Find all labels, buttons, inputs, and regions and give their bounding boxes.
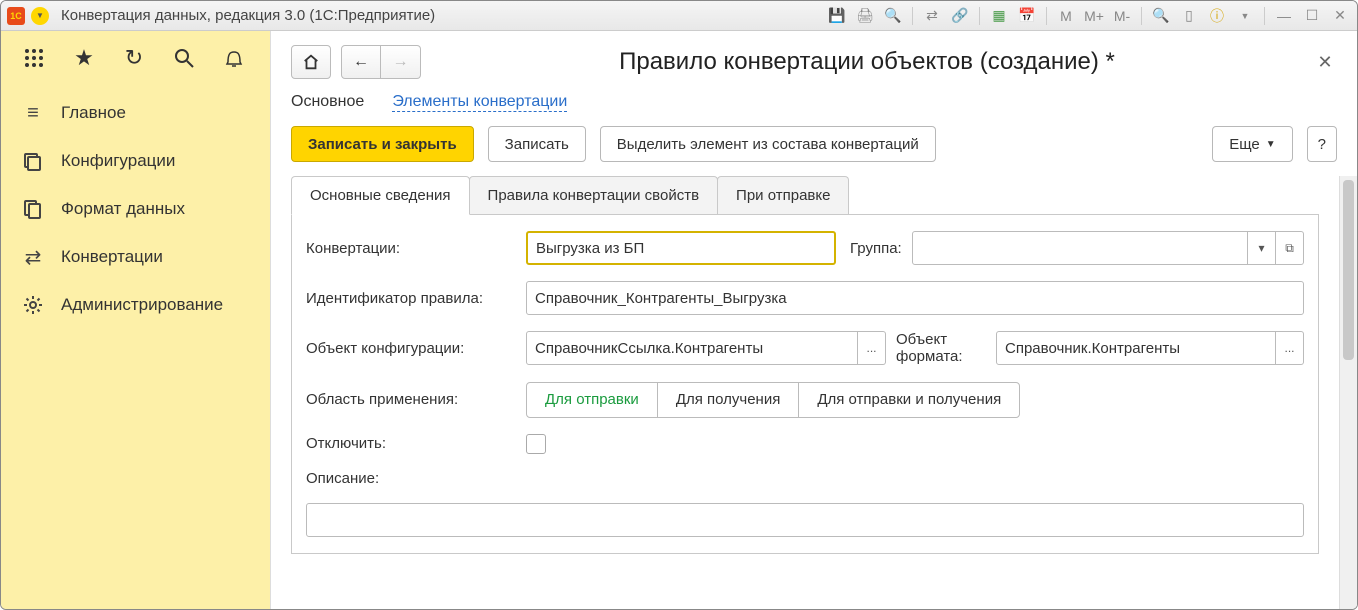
memo-mminus-icon[interactable]: M- [1111,6,1133,26]
scope-label: Область применения: [306,391,516,408]
sidebar-item-admin[interactable]: Администрирование [1,281,270,329]
conversions-label: Конвертации: [306,240,516,257]
sidebar-item-label: Администрирование [61,295,223,315]
conversions-input[interactable]: Выгрузка из БП [526,231,836,265]
fmt-object-label: Объект формата: [896,331,986,366]
rule-id-input[interactable]: Справочник_Контрагенты_Выгрузка [526,281,1304,315]
cfg-object-label: Объект конфигурации: [306,340,516,357]
panel-icon[interactable]: ▯ [1178,6,1200,26]
group-dropdown-button[interactable]: ▾ [1248,231,1276,265]
sidebar-item-conversions[interactable]: ⇄ Конвертации [1,233,270,281]
nav-forward-button[interactable]: → [381,45,421,79]
group-input[interactable] [912,231,1248,265]
history-icon[interactable]: ↻ [121,45,147,71]
group-label: Группа: [850,240,902,257]
app-logo-1c: 1C [7,7,25,25]
save-icon[interactable]: 💾 [826,6,848,26]
memo-mplus-icon[interactable]: M+ [1083,6,1105,26]
sidebar-item-configs[interactable]: Конфигурации [1,137,270,185]
sidebar-item-label: Главное [61,103,126,123]
sidebar-item-label: Формат данных [61,199,185,219]
gear-icon [21,293,45,317]
fmt-object-picker-button[interactable]: ... [1276,331,1304,365]
compare-icon[interactable]: ⇄ [921,6,943,26]
calc-icon[interactable]: ▦ [988,6,1010,26]
close-window-icon[interactable]: ✕ [1329,6,1351,26]
info-dd-icon[interactable]: ▼ [1234,6,1256,26]
link-icon[interactable]: 🔗 [949,6,971,26]
more-button[interactable]: Еще ▼ [1212,126,1292,162]
bell-icon[interactable] [221,45,247,71]
sidebar-item-label: Конвертации [61,247,163,267]
description-label: Описание: [306,470,1304,487]
copy-icon [21,197,45,221]
tab-basic[interactable]: Основные сведения [291,176,470,215]
fmt-object-input[interactable]: Справочник.Контрагенты [996,331,1276,365]
stack-icon [21,149,45,173]
scope-send-button[interactable]: Для отправки [526,382,658,418]
help-button[interactable]: ? [1307,126,1337,162]
app-menu-dropdown[interactable]: ▼ [31,7,49,25]
window-title: Конвертация данных, редакция 3.0 (1С:Пре… [61,7,435,24]
zoom-icon[interactable]: 🔍 [1150,6,1172,26]
extract-button[interactable]: Выделить элемент из состава конвертаций [600,126,936,162]
page-title: Правило конвертации объектов (создание) … [431,48,1303,76]
nav-back-button[interactable]: ← [341,45,381,79]
cfg-object-input[interactable]: СправочникСсылка.Контрагенты [526,331,858,365]
scope-recv-button[interactable]: Для получения [657,382,800,418]
chevron-down-icon: ▼ [1266,139,1276,150]
scrollbar-thumb[interactable] [1343,180,1354,360]
preview-icon[interactable]: 🔍 [882,6,904,26]
info-icon[interactable]: ⓘ [1206,6,1228,26]
scope-both-button[interactable]: Для отправки и получения [798,382,1020,418]
memo-m-icon[interactable]: M [1055,6,1077,26]
sidebar: ★ ↻ ≡ Главное Конфигурации [1,31,271,609]
minimize-icon[interactable]: — [1273,6,1295,26]
star-icon[interactable]: ★ [71,45,97,71]
calendar-icon[interactable]: 📅 [1016,6,1038,26]
group-expand-button[interactable]: ⧉ [1276,231,1304,265]
home-button[interactable] [291,45,331,79]
subtab-elements[interactable]: Элементы конвертации [392,93,567,112]
titlebar: 1C ▼ Конвертация данных, редакция 3.0 (1… [1,1,1357,31]
vertical-scrollbar[interactable] [1339,176,1357,609]
swap-icon: ⇄ [21,245,45,269]
print-icon[interactable]: 🖨 [854,6,876,26]
sidebar-item-format[interactable]: Формат данных [1,185,270,233]
tab-send[interactable]: При отправке [717,176,849,214]
search-icon[interactable] [171,45,197,71]
sidebar-item-main[interactable]: ≡ Главное [1,89,270,137]
description-textarea[interactable] [306,503,1304,537]
tab-props[interactable]: Правила конвертации свойств [469,176,719,214]
apps-icon[interactable] [21,45,47,71]
more-button-label: Еще [1229,136,1260,153]
disable-checkbox[interactable] [526,434,546,454]
save-button[interactable]: Записать [488,126,586,162]
menu-icon: ≡ [21,101,45,125]
cfg-object-picker-button[interactable]: ... [858,331,886,365]
subtab-main[interactable]: Основное [291,93,364,112]
sidebar-item-label: Конфигурации [61,151,175,171]
close-tab-icon[interactable]: ✕ [1313,50,1337,74]
maximize-icon[interactable]: ☐ [1301,6,1323,26]
disable-label: Отключить: [306,435,516,452]
rule-id-label: Идентификатор правила: [306,290,516,307]
save-close-button[interactable]: Записать и закрыть [291,126,474,162]
